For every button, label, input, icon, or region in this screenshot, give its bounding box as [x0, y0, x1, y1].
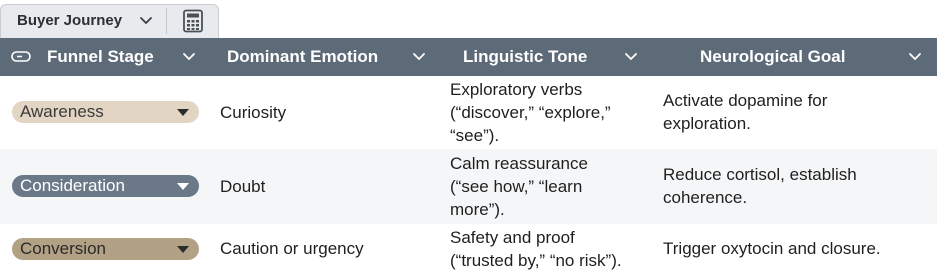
tone-cell: Exploratory verbs (“discover,” “explore,…: [450, 78, 611, 147]
goal-line: Reduce cortisol, establish: [663, 165, 857, 184]
column-header-neurological-goal[interactable]: Neurological Goal: [651, 38, 937, 76]
tone-line: (“discover,” “explore,”: [450, 103, 611, 122]
emotion-cell: Curiosity: [220, 103, 287, 122]
column-header-funnel-stage[interactable]: Funnel Stage: [0, 38, 209, 76]
table-row[interactable]: Consideration Doubt Calm reassurance (“s…: [0, 149, 937, 224]
tone-line: (“see how,” “learn: [450, 177, 583, 196]
caret-down-icon: [177, 246, 189, 253]
stage-select[interactable]: Awareness: [12, 101, 199, 123]
column-label: Linguistic Tone: [463, 47, 588, 66]
tone-line: Safety and proof: [450, 228, 575, 247]
column-label: Funnel Stage: [47, 47, 154, 66]
column-label: Dominant Emotion: [227, 47, 379, 66]
tone-line: Exploratory verbs: [450, 80, 583, 99]
view-tab-bar: Buyer Journey: [0, 0, 937, 38]
goal-line: exploration.: [663, 114, 751, 133]
tone-cell: Safety and proof (“trusted by,” “no risk…: [450, 226, 622, 270]
calculator-icon[interactable]: [182, 9, 204, 33]
caret-down-icon: [177, 109, 189, 116]
chevron-down-icon[interactable]: [624, 52, 638, 62]
stage-select-value: Consideration: [20, 176, 125, 195]
chevron-down-icon[interactable]: [412, 52, 426, 62]
column-header-dominant-emotion[interactable]: Dominant Emotion: [209, 38, 439, 76]
table-row[interactable]: Conversion Caution or urgency Safety and…: [0, 224, 937, 270]
stage-select[interactable]: Consideration: [12, 175, 199, 197]
view-tab-buyer-journey[interactable]: Buyer Journey: [0, 4, 219, 38]
table-row[interactable]: Awareness Curiosity Exploratory verbs (“…: [0, 76, 937, 149]
tone-line: “see”).: [450, 126, 500, 145]
table-header: Funnel Stage Dominant Emotion Linguistic…: [0, 38, 937, 76]
goal-cell: Trigger oxytocin and closure.: [663, 239, 881, 258]
caret-down-icon: [177, 183, 189, 190]
tone-line: more”).: [450, 200, 505, 219]
column-label: Neurological Goal: [700, 47, 846, 66]
goal-line: Activate dopamine for: [663, 91, 828, 110]
chevron-down-icon[interactable]: [908, 52, 922, 62]
stage-select-value: Awareness: [20, 102, 104, 121]
column-header-linguistic-tone[interactable]: Linguistic Tone: [439, 38, 651, 76]
tab-divider: [166, 8, 167, 34]
chevron-down-icon[interactable]: [139, 16, 153, 26]
emotion-cell: Caution or urgency: [220, 239, 364, 258]
pill-icon: [11, 51, 31, 62]
tone-line: Calm reassurance: [450, 154, 588, 173]
emotion-cell: Doubt: [220, 177, 266, 196]
stage-select-value: Conversion: [20, 239, 106, 258]
tone-line: (“trusted by,” “no risk”).: [450, 251, 622, 270]
stage-select[interactable]: Conversion: [12, 238, 199, 260]
goal-cell: Reduce cortisol, establish coherence.: [663, 163, 857, 209]
goal-line: coherence.: [663, 188, 748, 207]
view-tab-label: Buyer Journey: [17, 12, 123, 29]
goal-cell: Activate dopamine for exploration.: [663, 89, 827, 135]
tone-cell: Calm reassurance (“see how,” “learn more…: [450, 152, 588, 221]
chevron-down-icon[interactable]: [182, 52, 196, 62]
